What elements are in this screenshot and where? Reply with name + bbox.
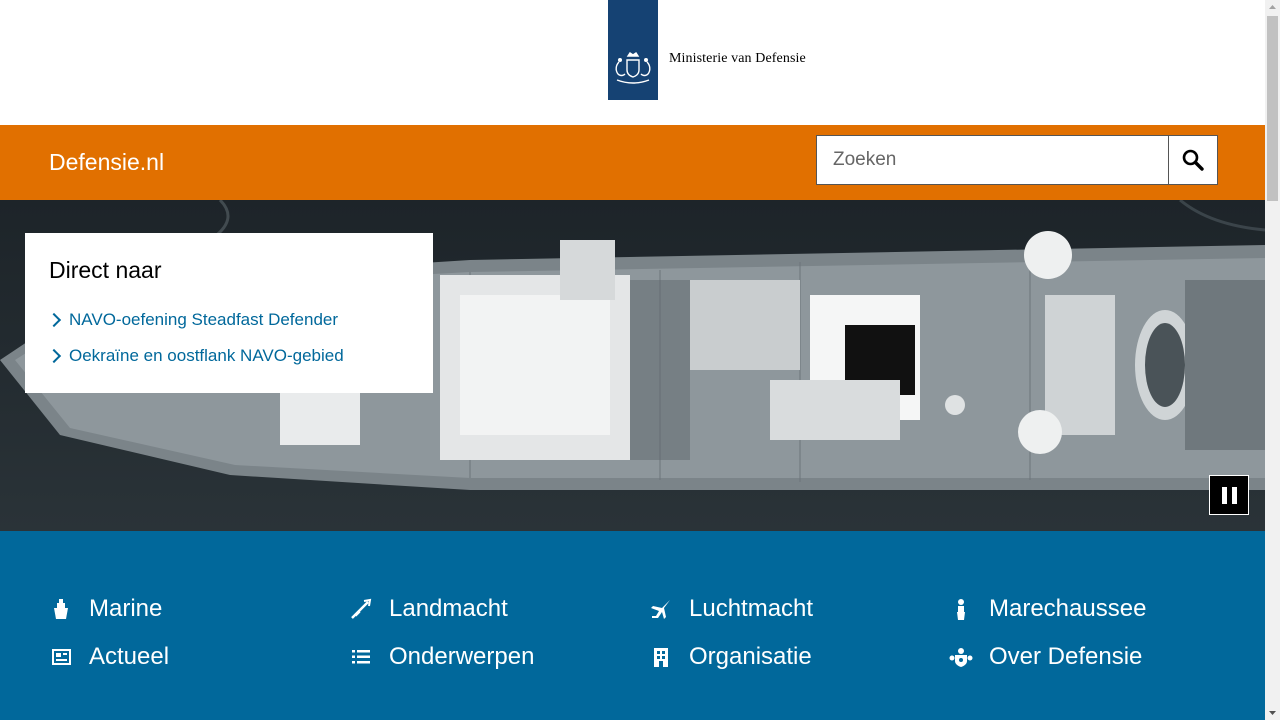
- site-header: Ministerie van Defensie: [0, 0, 1265, 125]
- emblem-icon: [949, 645, 973, 669]
- logo-link[interactable]: [608, 0, 658, 100]
- nav-item-landmacht[interactable]: Landmacht: [349, 594, 508, 624]
- building-icon: [649, 645, 673, 669]
- scroll-up-arrow[interactable]: [1265, 0, 1280, 15]
- nav-item-label: Luchtmacht: [689, 595, 814, 622]
- page: Ministerie van Defensie Defensie.nl Zoek…: [0, 0, 1265, 720]
- nav-item-onderwerpen[interactable]: Onderwerpen: [349, 642, 534, 672]
- landmacht-icon: [349, 597, 373, 621]
- chevron-right-icon: [46, 348, 62, 364]
- nav-item-actueel[interactable]: Actueel: [49, 642, 169, 672]
- pause-button[interactable]: [1209, 475, 1249, 515]
- pause-icon: [1222, 487, 1227, 504]
- main-navigation: Marine Landmacht Luchtmacht Marechaussee…: [0, 531, 1265, 720]
- site-brand-link[interactable]: Defensie.nl: [49, 149, 164, 176]
- nav-item-label: Landmacht: [389, 595, 508, 622]
- nav-item-label: Marine: [89, 595, 163, 622]
- marechaussee-icon: [949, 597, 973, 621]
- nav-item-label: Organisatie: [689, 643, 812, 670]
- nav-item-label: Onderwerpen: [389, 643, 535, 670]
- search-icon: [1182, 149, 1204, 171]
- newspaper-icon: [49, 645, 73, 669]
- nav-item-marine[interactable]: Marine: [49, 594, 162, 624]
- search-input[interactable]: [817, 136, 1169, 184]
- nav-item-label: Marechaussee: [989, 595, 1147, 622]
- luchtmacht-icon: [649, 597, 673, 621]
- nav-item-label: Over Defensie: [989, 643, 1143, 670]
- direct-naar-title: Direct naar: [49, 257, 162, 283]
- nav-item-organisatie[interactable]: Organisatie: [649, 642, 812, 672]
- nav-item-marechaussee[interactable]: Marechaussee: [949, 594, 1146, 624]
- scroll-down-arrow[interactable]: [1265, 705, 1280, 720]
- list-icon: [349, 645, 373, 669]
- chevron-right-icon: [46, 312, 62, 328]
- logo-text: Ministerie van Defensie: [669, 51, 806, 66]
- scrollbar-thumb[interactable]: [1267, 16, 1278, 201]
- nav-item-label: Actueel: [89, 643, 170, 670]
- direct-link-oekraine[interactable]: Oekraïne en oostflank NAVO-gebied: [69, 346, 344, 366]
- pause-icon-bar: [1232, 487, 1237, 504]
- search-button[interactable]: [1168, 136, 1217, 184]
- marine-icon: [49, 597, 73, 621]
- direct-naar-panel: Direct naar NAVO-oefening Steadfast Defe…: [25, 233, 433, 393]
- nav-item-over-defensie[interactable]: Over Defensie: [949, 642, 1142, 672]
- direct-link-steadfast-defender[interactable]: NAVO-oefening Steadfast Defender: [69, 310, 338, 330]
- nav-item-luchtmacht[interactable]: Luchtmacht: [649, 594, 813, 624]
- search-form: [816, 135, 1218, 185]
- coat-of-arms-icon: [615, 52, 651, 84]
